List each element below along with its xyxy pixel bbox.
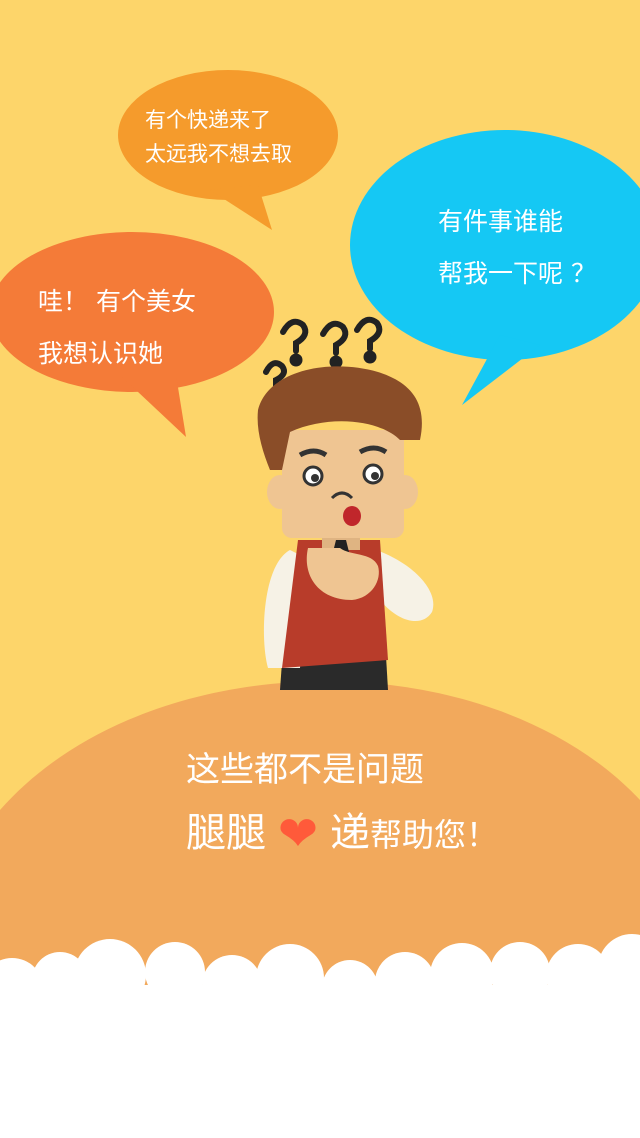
splash-screen: 有个快递来了 太远我不想去取 有件事谁能 帮我一下呢 ？ 哇！ 有个美女 我想认… (0, 0, 640, 1138)
character (257, 366, 434, 690)
bubble-courier-line1: 有个快递来了 (145, 108, 271, 132)
bubble-help-text: 有件事谁能 帮我一下呢 ？ (438, 196, 596, 300)
slogan-line1: 这些都不是问题 (186, 750, 424, 790)
bubble-help-line1: 有件事谁能 (438, 207, 564, 236)
bubble-courier-text: 有个快递来了 太远我不想去取 (145, 103, 292, 171)
slogan-line2: 腿腿 ❤ 递帮助您！ (186, 800, 498, 862)
illustration (0, 70, 640, 1138)
bubble-help-line2: 帮我一下呢 ？ (438, 259, 596, 288)
bubble-courier-line2: 太远我不想去取 (145, 142, 292, 166)
heart-icon: ❤ (277, 806, 319, 862)
bubble-girl-line1: 哇！ 有个美女 (38, 287, 196, 316)
bubble-girl-text: 哇！ 有个美女 我想认识她 (38, 276, 196, 380)
bubble-girl-line2: 我想认识她 (38, 339, 164, 368)
brand-name-part2: 递 (330, 810, 370, 856)
cloud-border (0, 934, 640, 1138)
brand-name-part1: 腿腿 (186, 810, 266, 856)
tagline: 帮助您！ (370, 816, 499, 854)
